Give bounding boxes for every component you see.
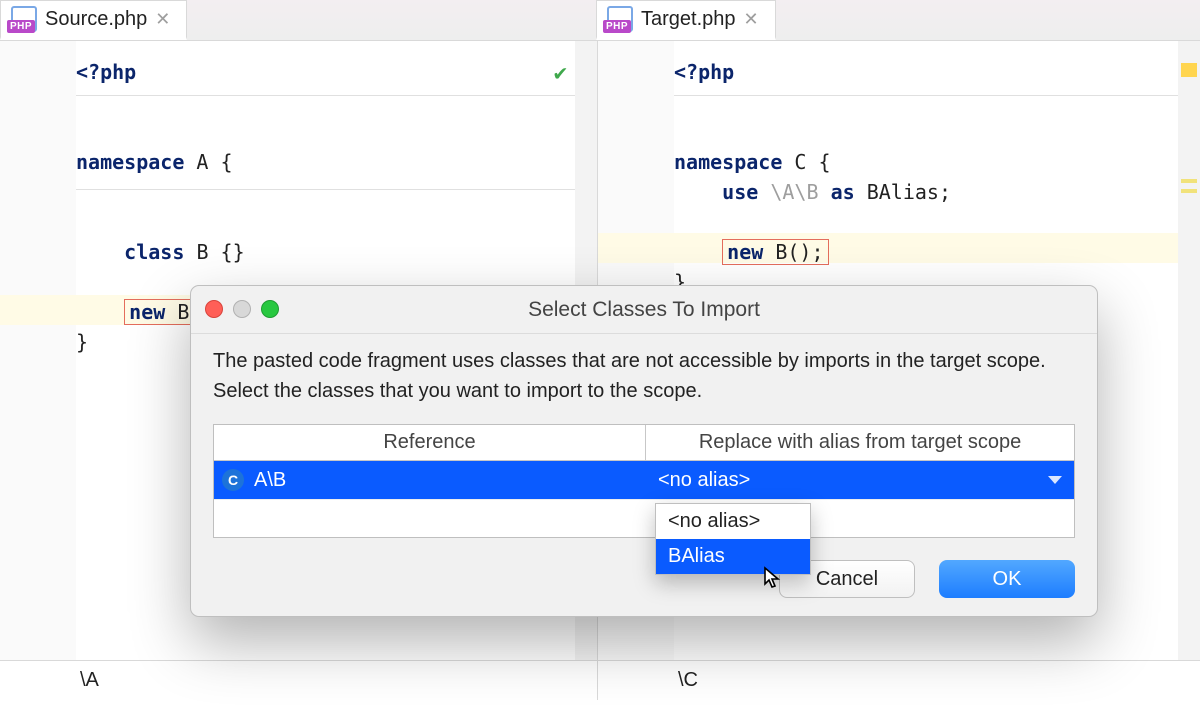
alias-cell[interactable]: <no alias> (646, 469, 1074, 492)
reference-value: A\B (254, 469, 286, 492)
import-dialog: Select Classes To Import The pasted code… (190, 285, 1098, 617)
tab-target-label: Target.php (641, 8, 736, 31)
breadcrumb-right[interactable]: \C (598, 661, 1200, 700)
chevron-down-icon[interactable] (1048, 476, 1062, 484)
table-row (214, 499, 1074, 537)
gutter (0, 41, 76, 660)
class-icon: C (222, 469, 244, 491)
window-zoom-icon[interactable] (261, 300, 279, 318)
tab-target[interactable]: Target.php ✕ (596, 0, 776, 40)
alias-option-balias[interactable]: BAlias (656, 539, 810, 574)
close-icon[interactable]: ✕ (744, 9, 759, 30)
marker[interactable] (1181, 189, 1197, 193)
tab-source[interactable]: Source.php ✕ (0, 0, 187, 40)
window-close-icon[interactable] (205, 300, 223, 318)
close-icon[interactable]: ✕ (155, 9, 170, 30)
alias-dropdown[interactable]: <no alias> BAlias (655, 503, 811, 575)
inspection-ok-icon: ✔ (554, 59, 567, 89)
table-row[interactable]: C A\B <no alias> (214, 461, 1074, 499)
dialog-titlebar: Select Classes To Import (191, 286, 1097, 334)
inspection-warning-icon (1181, 63, 1197, 77)
ok-button[interactable]: OK (939, 560, 1075, 598)
alias-option-none[interactable]: <no alias> (656, 504, 810, 539)
import-table: Reference Replace with alias from target… (213, 424, 1075, 538)
scrollbar[interactable] (1178, 41, 1200, 660)
col-reference[interactable]: Reference (214, 425, 646, 460)
breadcrumb-left[interactable]: \A (0, 661, 598, 700)
col-alias[interactable]: Replace with alias from target scope (646, 425, 1074, 460)
php-file-icon (11, 6, 37, 32)
window-minimize-icon (233, 300, 251, 318)
usage-highlight: new B(); (722, 239, 828, 265)
alias-selected: <no alias> (658, 469, 750, 492)
dialog-description: The pasted code fragment uses classes th… (213, 346, 1075, 406)
php-file-icon (607, 6, 633, 32)
tab-source-label: Source.php (45, 8, 147, 31)
marker[interactable] (1181, 179, 1197, 183)
dialog-title: Select Classes To Import (528, 298, 760, 322)
mouse-cursor-icon (760, 566, 784, 590)
